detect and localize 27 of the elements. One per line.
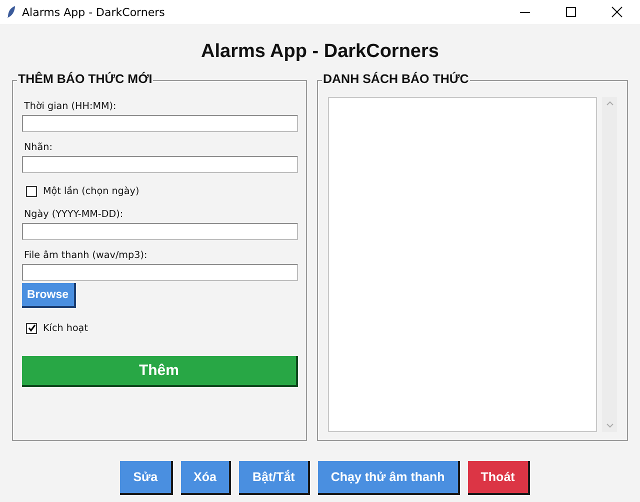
feather-icon [6,5,16,19]
add-button[interactable]: Thêm [22,356,298,387]
scroll-down-icon[interactable] [606,423,614,428]
window-title: Alarms App - DarkCorners [22,6,166,18]
action-button[interactable]: Xóa [180,461,232,495]
action-button[interactable]: Chạy thử âm thanh [318,461,460,495]
field-label: Thời gian (HH:MM): [24,101,118,114]
action-button[interactable]: Bật/Tắt [239,461,310,495]
input-field[interactable] [22,156,298,173]
panel-title: DANH SÁCH BÁO THỨC [322,72,470,86]
checkbox-label: Kích hoạt [43,322,88,334]
app-heading: Alarms App - DarkCorners [201,41,439,63]
input-field[interactable] [22,115,298,132]
field-label: Nhãn: [24,142,54,155]
input-field[interactable] [22,223,298,240]
checkbox[interactable] [26,186,37,196]
action-button[interactable]: Thoát [468,461,530,495]
input-field[interactable] [22,264,298,281]
checkbox[interactable] [26,322,37,334]
scroll-up-icon[interactable] [606,101,614,106]
field-label: Ngày (YYYY-MM-DD): [24,209,124,222]
panel-title: THÊM BÁO THỨC MỚI [17,72,154,86]
field-label: File âm thanh (wav/mp3): [24,250,148,263]
browse-button[interactable]: Browse [22,283,76,308]
scrollbar[interactable] [602,97,617,432]
checkbox-label: Một lần (chọn ngày) [43,186,140,196]
action-button[interactable]: Sửa [120,461,173,495]
